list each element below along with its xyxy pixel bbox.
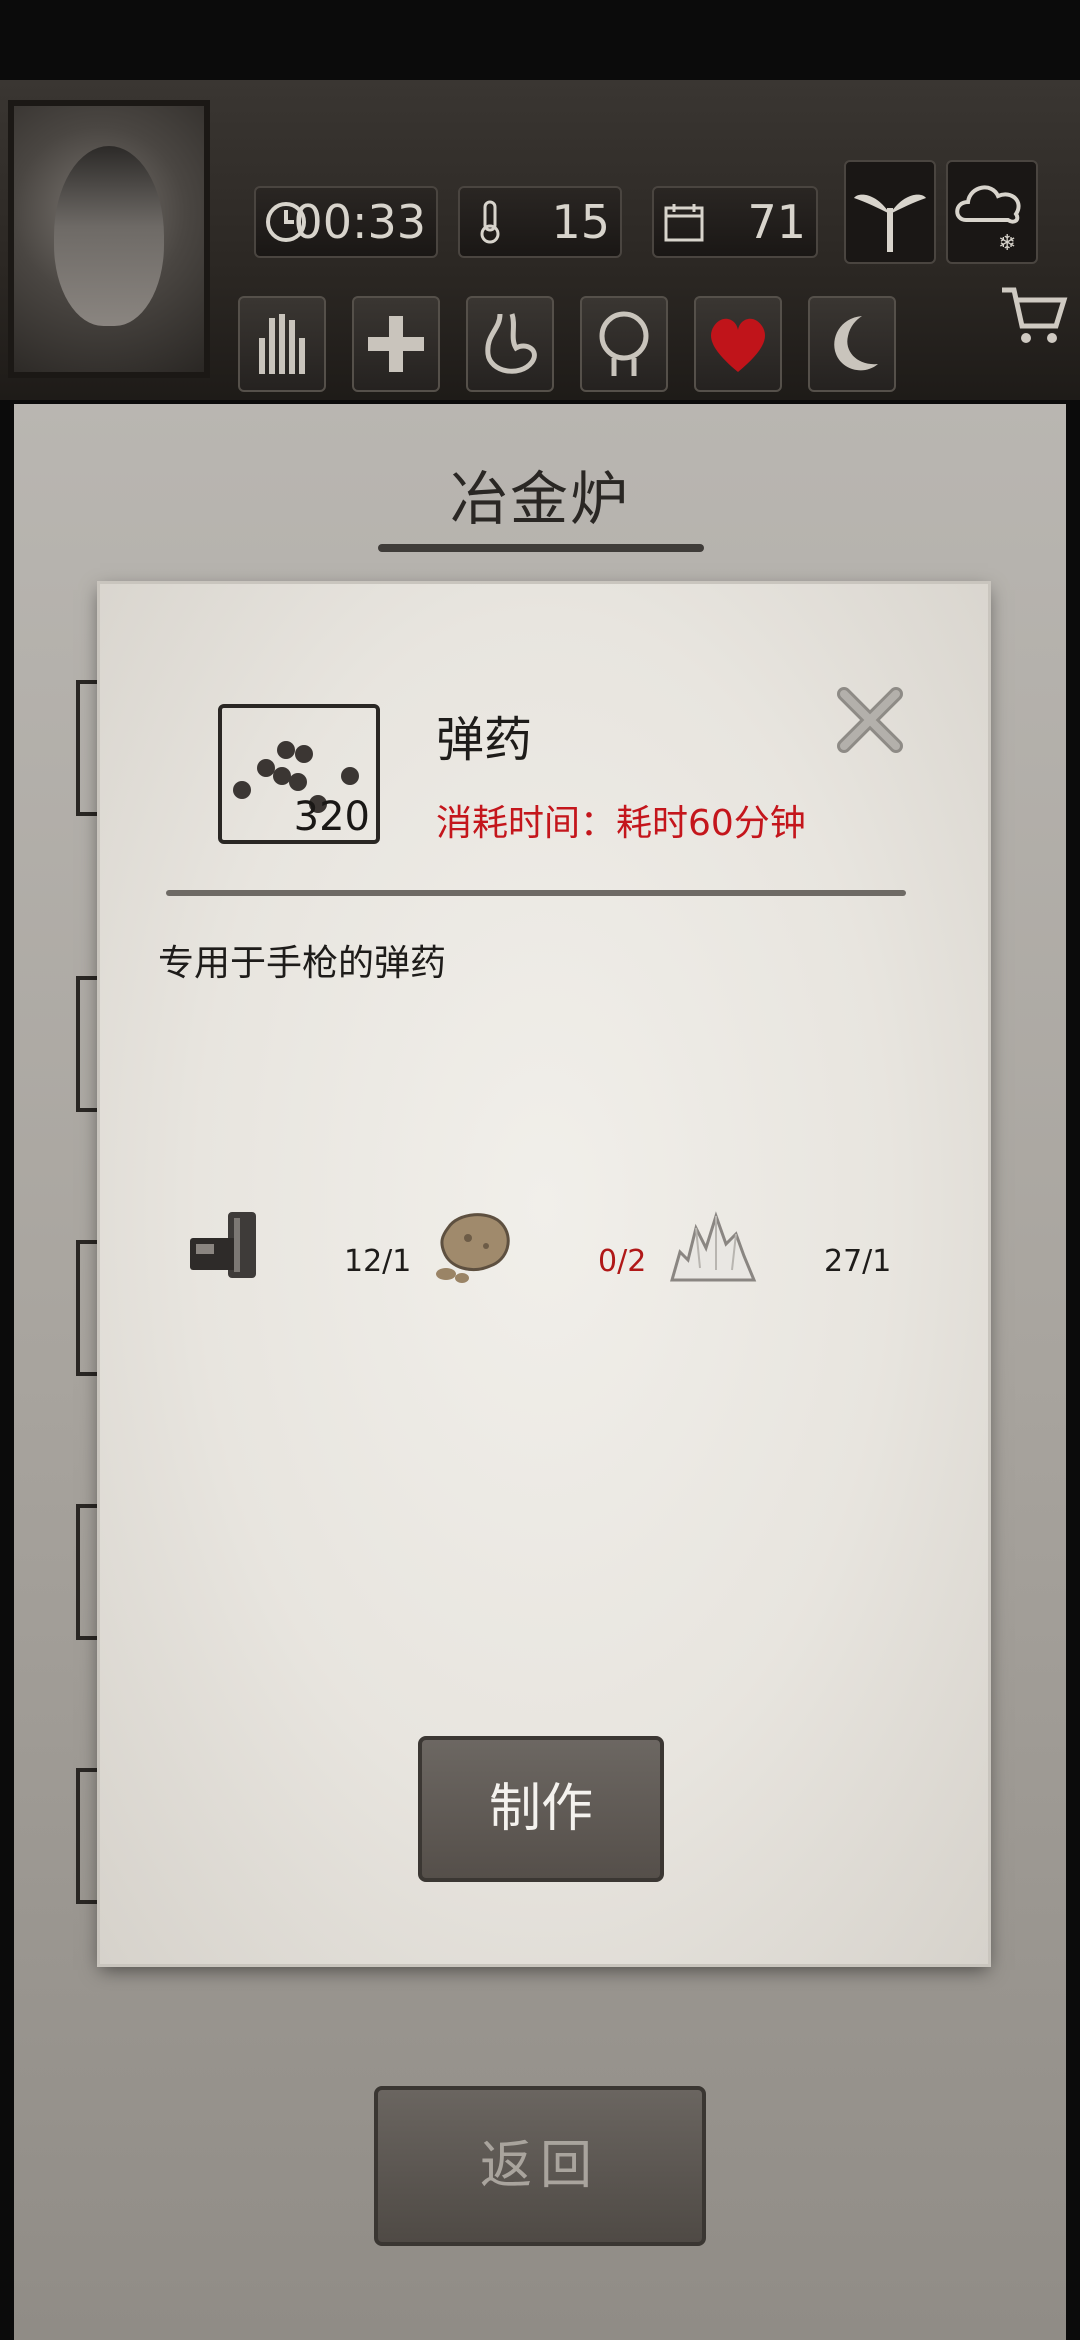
metal-bars-icon (190, 1212, 256, 1278)
sprout-icon (854, 194, 926, 252)
cart-icon[interactable] (998, 278, 1070, 350)
season-button[interactable] (844, 160, 936, 264)
heart-icon (711, 318, 765, 372)
header-divider (166, 890, 906, 896)
material-qty: 27/1 (824, 1244, 892, 1279)
heart-status-button[interactable] (694, 296, 782, 392)
mind-status-button[interactable] (580, 296, 668, 392)
stomach-icon (485, 313, 537, 374)
day-display: 71 (652, 186, 818, 258)
hunger-status-button[interactable] (466, 296, 554, 392)
close-icon[interactable] (830, 680, 910, 760)
hand-status-button[interactable] (238, 296, 326, 392)
calendar-icon (664, 204, 704, 242)
title-underline (378, 544, 704, 552)
hand-icon (259, 314, 305, 374)
item-name: 弹药 (436, 712, 533, 768)
ore-rock-icon (436, 1213, 510, 1283)
weather-button[interactable]: ❄ (946, 160, 1038, 264)
salt-crystal-icon (670, 1211, 757, 1282)
recipe-dialog: 320 弹药 消耗时间：耗时60分钟 专用于手枪的弹药 12/1 0/2 27/… (100, 584, 988, 1964)
svg-text:❄: ❄ (998, 231, 1016, 256)
craft-button[interactable]: 制作 (418, 1736, 664, 1882)
item-icon-frame: 320 (218, 704, 380, 844)
item-description: 专用于手枪的弹药 (158, 943, 447, 984)
item-count: 320 (293, 794, 370, 840)
snow-cloud-icon: ❄ (955, 185, 1021, 256)
temperature-value: 15 (551, 195, 610, 249)
brain-icon (599, 311, 649, 376)
character-face (54, 146, 164, 326)
craft-time: 消耗时间：耗时60分钟 (436, 803, 806, 844)
day-value: 71 (747, 195, 806, 249)
thermometer-icon (480, 200, 500, 244)
health-status-button[interactable] (352, 296, 440, 392)
sleep-status-button[interactable] (808, 296, 896, 392)
material-qty: 12/1 (344, 1244, 412, 1279)
temperature-display: 15 (458, 186, 622, 258)
material-qty: 0/2 (598, 1244, 647, 1279)
character-portrait[interactable] (8, 100, 210, 378)
moon-icon (834, 316, 878, 371)
back-button[interactable]: 返回 (374, 2086, 706, 2246)
clock-display: 00:33 (254, 186, 438, 258)
page-title: 冶金炉 (449, 465, 630, 533)
plus-icon (368, 316, 424, 372)
clock-value: 00:33 (293, 195, 426, 249)
